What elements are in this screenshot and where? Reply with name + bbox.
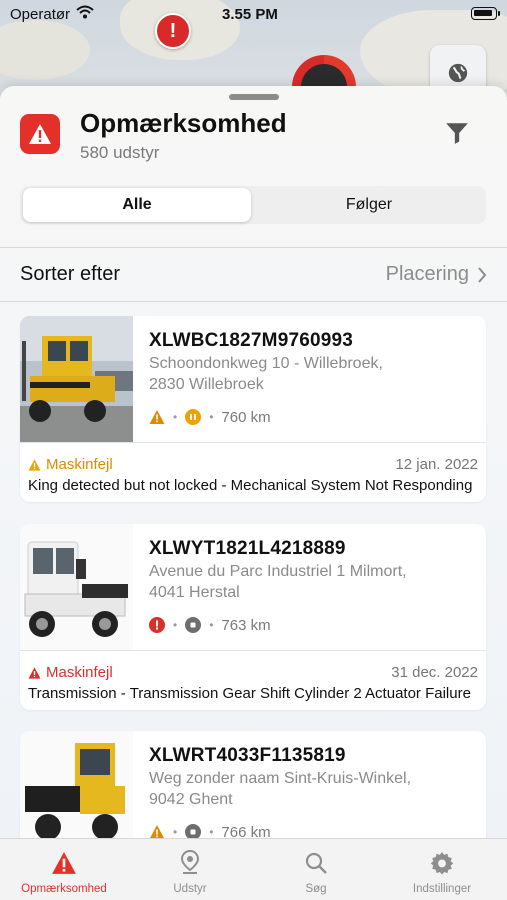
equipment-status-row: • • 760 km xyxy=(149,408,271,426)
tab-search[interactable]: Søg xyxy=(256,849,376,895)
equipment-address: Weg zonder naam Sint-Kruis-Winkel, 9042 … xyxy=(149,770,412,808)
critical-icon xyxy=(149,617,165,633)
segmented-control: Alle Følger xyxy=(20,186,486,224)
alert-type: Maskinfejl xyxy=(28,664,113,681)
distance: 760 km xyxy=(221,408,271,426)
clock: 3.55 PM xyxy=(222,6,278,23)
alert-date: 12 jan. 2022 xyxy=(395,456,478,473)
attention-sheet: Opmærksomhed 580 udstyr Alle Følger Sort… xyxy=(0,86,507,900)
carrier-label: Operatør xyxy=(10,6,71,23)
tab-attention[interactable]: Opmærksomhed xyxy=(4,849,124,895)
divider xyxy=(20,442,486,443)
tab-equipment[interactable]: Udstyr xyxy=(130,849,250,895)
warning-icon xyxy=(149,410,165,424)
alert-type: Maskinfejl xyxy=(28,456,113,473)
equipment-id: XLWRT4033F1135819 xyxy=(149,745,346,766)
attention-icon xyxy=(20,114,60,154)
tab-bar: Opmærksomhed Udstyr Søg Indstillinger xyxy=(0,838,507,900)
equipment-card[interactable]: XLWBC1827M9760993 Schoondonkweg 10 - Wil… xyxy=(20,316,486,502)
equipment-photo xyxy=(20,316,133,442)
sort-label: Sorter efter xyxy=(20,263,121,285)
tab-settings[interactable]: Indstillinger xyxy=(382,849,502,895)
alert-date: 31 dec. 2022 xyxy=(391,664,478,681)
equipment-address: Avenue du Parc Industriel 1 Milmort, 404… xyxy=(149,563,407,601)
equipment-id: XLWYT1821L4218889 xyxy=(149,538,346,559)
divider xyxy=(20,650,486,651)
equipment-status-row: • • 763 km xyxy=(149,616,271,634)
warning-icon xyxy=(28,458,41,471)
location-pin-icon xyxy=(180,850,200,874)
equipment-id: XLWBC1827M9760993 xyxy=(149,330,354,351)
chevron-right-icon[interactable] xyxy=(477,267,487,283)
search-icon xyxy=(305,852,327,874)
equipment-photo xyxy=(20,524,133,650)
filter-button[interactable] xyxy=(444,120,472,148)
distance: 763 km xyxy=(221,616,271,634)
gear-icon xyxy=(430,852,454,875)
globe-icon xyxy=(448,63,468,83)
filter-icon xyxy=(446,123,468,144)
paused-icon xyxy=(185,409,202,425)
page-title: Opmærksomhed xyxy=(80,108,287,138)
map-land xyxy=(0,20,90,80)
wifi-icon xyxy=(76,5,94,19)
alert-description: Transmission - Transmission Gear Shift C… xyxy=(28,685,471,702)
status-bar: Operatør 3.55 PM xyxy=(0,0,507,28)
segment-all[interactable]: Alle xyxy=(23,188,251,222)
equipment-count: 580 udstyr xyxy=(80,143,160,162)
alert-description: King detected but not locked - Mechanica… xyxy=(28,477,473,494)
stopped-icon xyxy=(185,617,202,633)
sheet-grabber[interactable] xyxy=(229,94,279,100)
warning-icon xyxy=(28,666,41,679)
divider xyxy=(0,301,507,302)
battery-icon xyxy=(471,7,500,20)
equipment-card[interactable]: XLWYT1821L4218889 Avenue du Parc Industr… xyxy=(20,524,486,710)
sort-value-button[interactable]: Placering xyxy=(386,263,469,286)
divider xyxy=(0,247,507,248)
segment-following[interactable]: Følger xyxy=(255,188,483,222)
warning-icon xyxy=(52,852,76,874)
equipment-address: Schoondonkweg 10 - Willebroek, 2830 Will… xyxy=(149,355,383,393)
